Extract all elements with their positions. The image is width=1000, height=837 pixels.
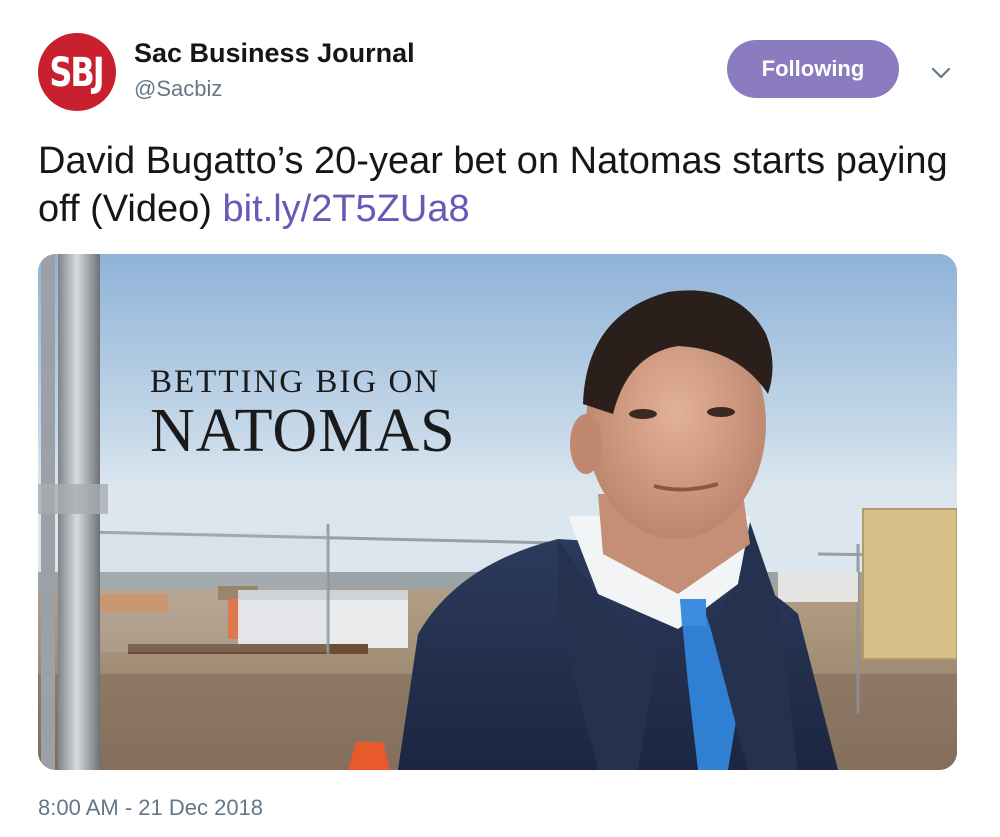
avatar[interactable]: SBJ [38, 33, 116, 111]
chevron-down-icon[interactable] [928, 60, 954, 86]
media-headline: BETTING BIG ON NATOMAS [150, 364, 456, 462]
tweet-media-image[interactable]: BETTING BIG ON NATOMAS [38, 254, 957, 770]
media-photo [38, 254, 957, 770]
headline-line-2: NATOMAS [150, 397, 456, 465]
following-button[interactable]: Following [727, 40, 899, 98]
user-handle[interactable]: @Sacbiz [134, 76, 222, 102]
tweet-body: David Bugatto’s 20-year bet on Natomas s… [38, 140, 948, 230]
headline-line-1: BETTING BIG ON [150, 364, 441, 400]
tweet-text: David Bugatto’s 20-year bet on Natomas s… [38, 137, 968, 233]
avatar-logo-text: SBJ [49, 48, 104, 96]
tweet-link[interactable]: bit.ly/2T5ZUa8 [223, 188, 470, 230]
tweet-timestamp[interactable]: 8:00 AM - 21 Dec 2018 [38, 795, 263, 821]
tweet-card: SBJ Sac Business Journal @Sacbiz Followi… [0, 0, 1000, 837]
display-name[interactable]: Sac Business Journal [134, 38, 415, 69]
